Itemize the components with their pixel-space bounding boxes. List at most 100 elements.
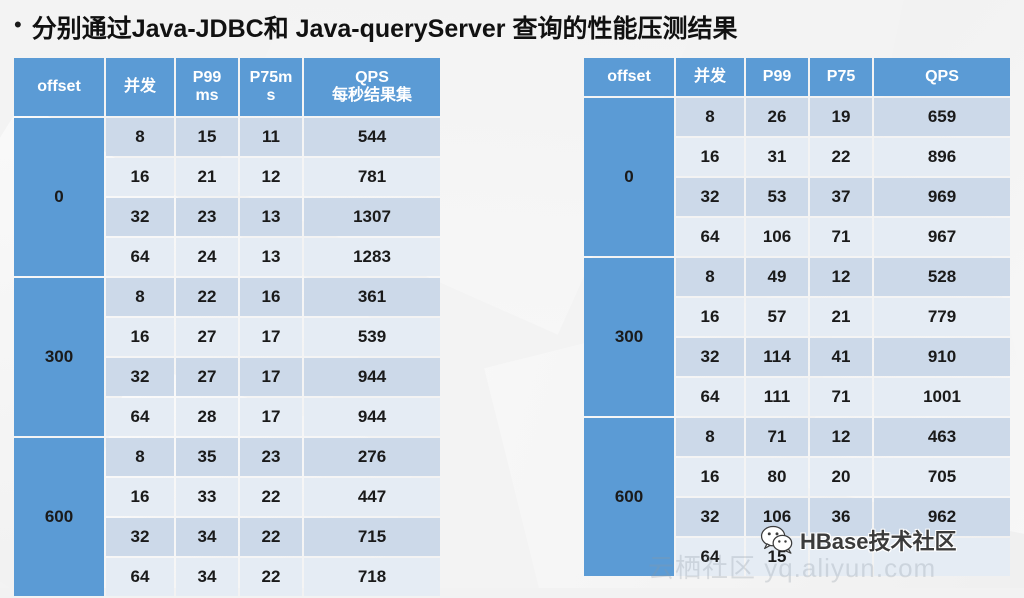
cell-qps: 659: [874, 98, 1010, 136]
table-header-row: offset 并发 P99 P75 QPS: [584, 58, 1010, 96]
jdbc-performance-table: offset 并发 P99 ms P75m s QPS 每秒结果集 0 8 15…: [12, 56, 442, 598]
cell-p99: 27: [176, 318, 238, 356]
cell-p75: 22: [240, 558, 302, 596]
cell-qps: 779: [874, 298, 1010, 336]
page-title: 分别通过Java-JDBC和 Java-queryServer 查询的性能压测结…: [31, 15, 738, 43]
cell-concurrency: 64: [676, 218, 744, 256]
cell-p99: 15: [746, 538, 808, 576]
cell-qps: 705: [874, 458, 1010, 496]
cell-p75: 17: [240, 398, 302, 436]
cell-qps: 361: [304, 278, 440, 316]
offset-group-label: 300: [14, 278, 104, 436]
cell-p99: 106: [746, 218, 808, 256]
cell-p75: 23: [240, 438, 302, 476]
offset-group-label: 0: [584, 98, 674, 256]
cell-qps: [874, 538, 1010, 576]
cell-p99: 24: [176, 238, 238, 276]
cell-p75: 71: [810, 218, 872, 256]
cell-qps: 718: [304, 558, 440, 596]
cell-p99: 23: [176, 198, 238, 236]
cell-p99: 57: [746, 298, 808, 336]
cell-qps: 1001: [874, 378, 1010, 416]
cell-p99: 53: [746, 178, 808, 216]
column-header-p99-line1: P99: [192, 68, 222, 86]
offset-group-label: 0: [14, 118, 104, 276]
cell-qps: 944: [304, 398, 440, 436]
cell-concurrency: 16: [676, 458, 744, 496]
table-row: 0 8 15 11 544: [14, 118, 440, 276]
column-header-qps: QPS 每秒结果集: [304, 58, 440, 116]
cell-p99: 35: [176, 438, 238, 476]
cell-p99: 49: [746, 258, 808, 296]
cell-concurrency: 32: [106, 198, 174, 236]
column-header-p99-line2: ms: [195, 87, 219, 104]
cell-p75: 11: [240, 118, 302, 156]
cell-p99: 34: [176, 518, 238, 556]
cell-qps: 910: [874, 338, 1010, 376]
cell-qps: 447: [304, 478, 440, 516]
cell-qps: 944: [304, 358, 440, 396]
cell-p99: 27: [176, 358, 238, 396]
cell-p75: 13: [240, 238, 302, 276]
column-header-p75: P75: [810, 58, 872, 96]
table-body: 0 8 26 19 659 16 31 22 896 32 53 37 969 …: [584, 98, 1010, 576]
cell-p75: 20: [810, 458, 872, 496]
cell-concurrency: 16: [106, 318, 174, 356]
table-header-row: offset 并发 P99 ms P75m s QPS 每秒结果集: [14, 58, 440, 116]
cell-qps: 276: [304, 438, 440, 476]
cell-concurrency: 32: [106, 518, 174, 556]
table-row: 300 8 49 12 528: [584, 258, 1010, 416]
cell-qps: 539: [304, 318, 440, 356]
cell-concurrency: 8: [676, 418, 744, 456]
cell-p99: 34: [176, 558, 238, 596]
offset-group-label: 300: [584, 258, 674, 416]
cell-p99: 15: [176, 118, 238, 156]
cell-p75: 12: [810, 418, 872, 456]
cell-qps: 528: [874, 258, 1010, 296]
cell-p75: 41: [810, 338, 872, 376]
table-row: 300 8 22 16 361: [14, 278, 440, 436]
column-header-offset: offset: [14, 58, 104, 116]
table-row: 600 8 35 23 276: [14, 438, 440, 596]
column-header-concurrency: 并发: [106, 58, 174, 116]
cell-concurrency: 64: [676, 538, 744, 576]
cell-p99: 31: [746, 138, 808, 176]
column-header-qps: QPS: [874, 58, 1010, 96]
cell-p75: 22: [240, 478, 302, 516]
cell-qps: 1283: [304, 238, 440, 276]
cell-qps: 962: [874, 498, 1010, 536]
cell-concurrency: 16: [106, 478, 174, 516]
column-header-p99: P99: [746, 58, 808, 96]
cell-qps: 544: [304, 118, 440, 156]
cell-p75: 21: [810, 298, 872, 336]
cell-concurrency: 8: [106, 278, 174, 316]
table-body: 0 8 15 11 544 16 21 12 781 32 23 13 1307…: [14, 118, 440, 596]
cell-p75: 17: [240, 358, 302, 396]
cell-concurrency: 32: [676, 338, 744, 376]
column-header-p75-line1: P75m: [249, 68, 293, 86]
cell-qps: 463: [874, 418, 1010, 456]
cell-p75: [810, 538, 872, 576]
cell-concurrency: 16: [676, 138, 744, 176]
cell-p75: 37: [810, 178, 872, 216]
cell-concurrency: 64: [106, 558, 174, 596]
cell-concurrency: 64: [106, 398, 174, 436]
column-header-qps-line2: 每秒结果集: [331, 87, 412, 104]
cell-p75: 71: [810, 378, 872, 416]
offset-group-label: 600: [584, 418, 674, 576]
offset-group-label: 600: [14, 438, 104, 596]
cell-p99: 28: [176, 398, 238, 436]
cell-p75: 12: [810, 258, 872, 296]
cell-p75: 17: [240, 318, 302, 356]
cell-qps: 715: [304, 518, 440, 556]
cell-p99: 26: [746, 98, 808, 136]
cell-qps: 967: [874, 218, 1010, 256]
cell-concurrency: 64: [106, 238, 174, 276]
queryserver-performance-table: offset 并发 P99 P75 QPS 0 8 26 19 659 16 3…: [582, 56, 1012, 578]
cell-p99: 71: [746, 418, 808, 456]
cell-concurrency: 32: [676, 178, 744, 216]
cell-concurrency: 8: [106, 118, 174, 156]
column-header-p75: P75m s: [240, 58, 302, 116]
cell-p75: 16: [240, 278, 302, 316]
cell-p99: 22: [176, 278, 238, 316]
